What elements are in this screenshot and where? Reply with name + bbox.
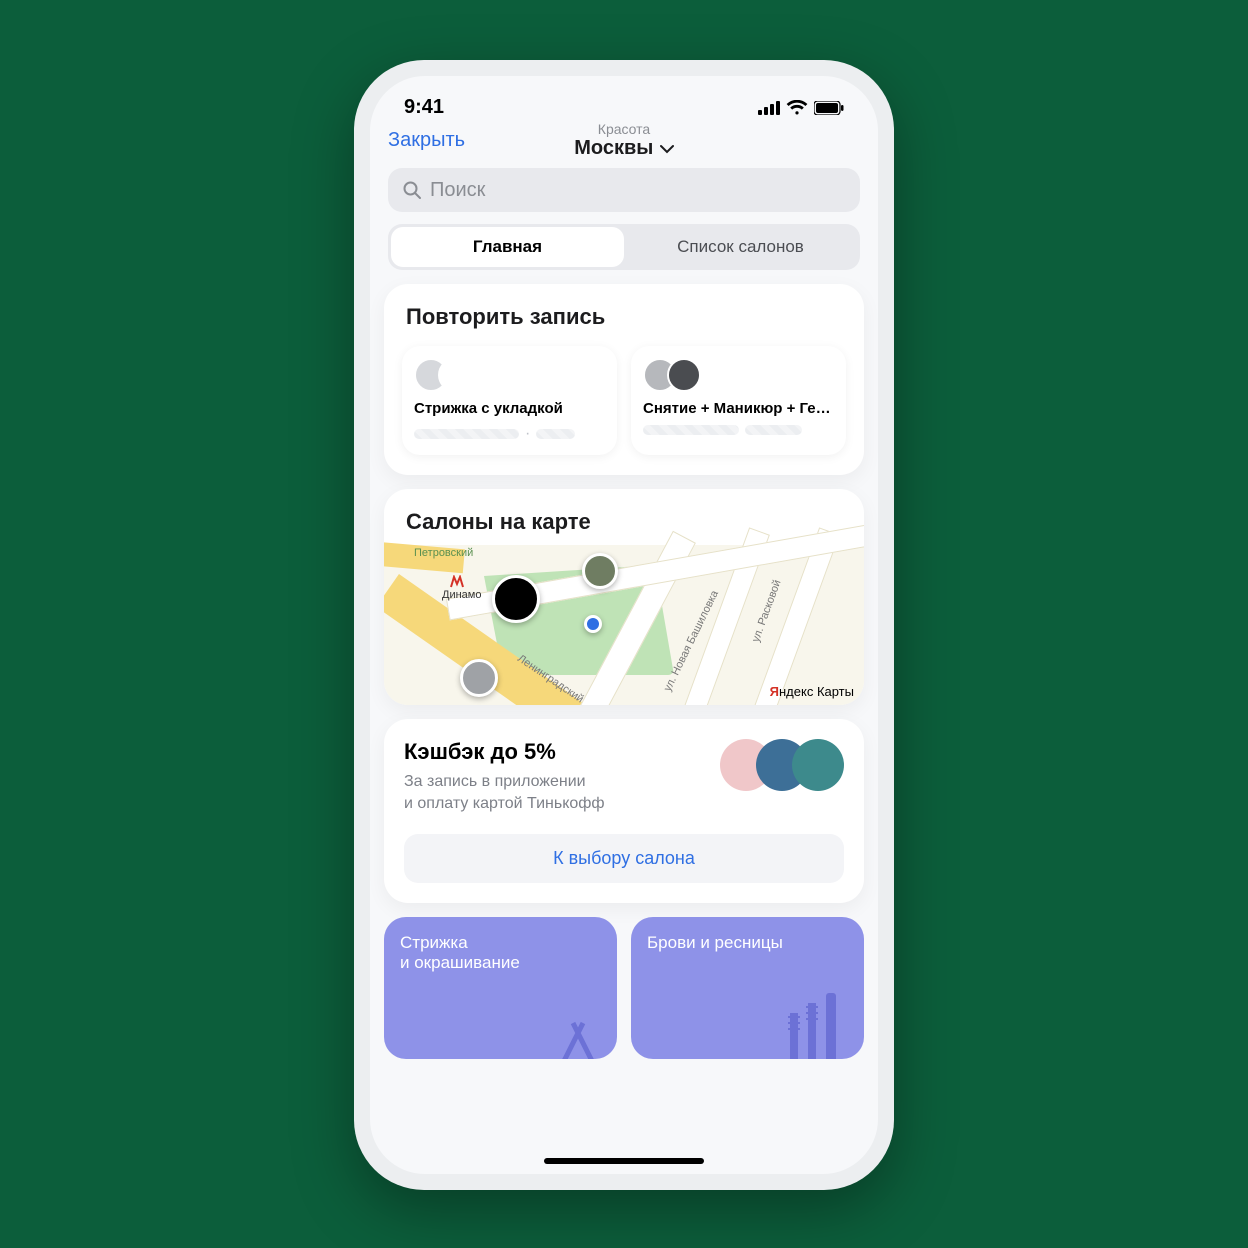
battery-icon — [814, 101, 844, 115]
repeat-item[interactable]: Снятие + Маникюр + Гель — [631, 346, 846, 455]
category-haircut[interactable]: Стрижкаи окрашивание — [384, 917, 617, 1059]
map-pin[interactable] — [492, 575, 540, 623]
cellular-icon — [758, 101, 780, 115]
map-view[interactable]: Петровский Динамо ул. Новая Башиловка ул… — [384, 545, 864, 705]
chevron-down-icon — [660, 144, 674, 154]
cashback-subtitle: За запись в приложениии оплату картой Ти… — [404, 771, 605, 814]
repeat-booking-card: Повторить запись Стрижка с укладкой · — [384, 284, 864, 475]
map-label: Петровский — [414, 547, 473, 559]
nav-city: Москвы — [574, 137, 653, 159]
cashback-illustration — [720, 739, 844, 791]
status-time: 9:41 — [404, 96, 444, 119]
map-label: ул. Расковой — [750, 578, 784, 644]
choose-salon-button[interactable]: К выбору салона — [404, 834, 844, 883]
home-indicator[interactable] — [544, 1158, 704, 1164]
category-brows[interactable]: Брови и ресницы — [631, 917, 864, 1059]
status-bar: 9:41 — [370, 76, 878, 125]
cashback-title: Кэшбэк до 5% — [404, 739, 605, 765]
repeat-item-name: Снятие + Маникюр + Гель — [643, 400, 834, 417]
search-placeholder: Поиск — [430, 179, 485, 202]
nav-supertitle: Красота — [370, 121, 878, 137]
map-card: Салоны на карте Петровский Динамо ул. Но… — [384, 489, 864, 705]
tab-salon-list[interactable]: Список салонов — [624, 227, 857, 267]
map-label: Динамо — [442, 589, 481, 601]
search-icon — [402, 180, 422, 200]
map-pin[interactable] — [582, 553, 618, 589]
status-icons — [758, 100, 844, 116]
city-selector[interactable]: Москвы — [370, 137, 878, 160]
mascara-icon — [782, 993, 852, 1059]
repeat-item[interactable]: Стрижка с укладкой · — [402, 346, 617, 455]
segmented-control: Главная Список салонов — [388, 224, 860, 270]
wifi-icon — [786, 100, 808, 116]
scissors-icon — [553, 1003, 603, 1059]
repeat-item-name: Стрижка с укладкой — [414, 400, 605, 417]
search-input[interactable]: Поиск — [388, 168, 860, 212]
tab-main[interactable]: Главная — [391, 227, 624, 267]
category-row: Стрижкаи окрашивание Брови и ресницы — [384, 917, 864, 1059]
cashback-card: Кэшбэк до 5% За запись в приложениии опл… — [384, 719, 864, 903]
repeat-title: Повторить запись — [406, 304, 842, 330]
map-user-location — [584, 615, 602, 633]
map-pin[interactable] — [460, 659, 498, 697]
nav-bar: Закрыть Красота Москвы — [370, 125, 878, 162]
metro-icon — [450, 575, 464, 589]
map-attribution: Яндекс Карты — [770, 684, 854, 699]
